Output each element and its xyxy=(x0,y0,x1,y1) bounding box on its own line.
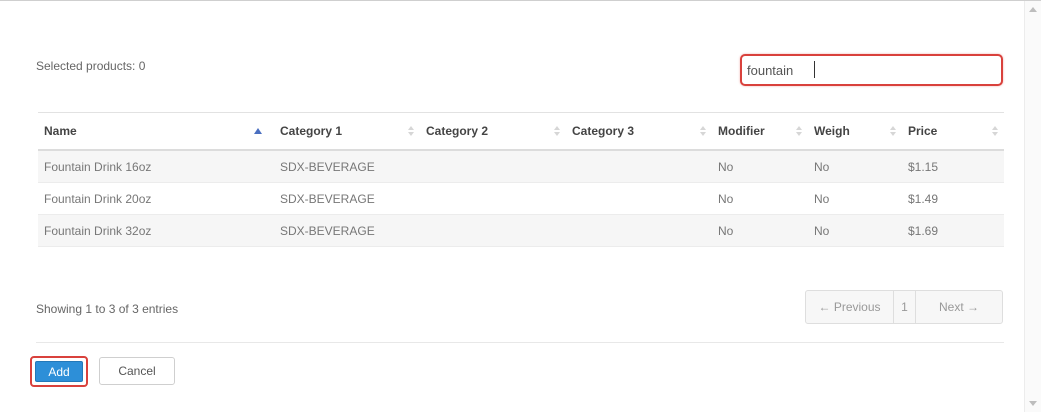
search-input[interactable] xyxy=(745,59,1002,81)
cell-category-3 xyxy=(566,182,712,215)
text-cursor xyxy=(814,61,815,78)
sort-ascending-icon xyxy=(254,128,262,134)
cell-category-2 xyxy=(420,214,566,247)
table-row[interactable]: Fountain Drink 32oz SDX-BEVERAGE No No $… xyxy=(38,214,1004,247)
column-header-category-1[interactable]: Category 1 xyxy=(274,112,420,151)
cancel-button[interactable]: Cancel xyxy=(99,357,175,385)
scrollbar[interactable] xyxy=(1024,1,1041,412)
column-header-price[interactable]: Price xyxy=(902,112,1004,151)
cell-weigh: No xyxy=(808,150,902,183)
cell-category-3 xyxy=(566,214,712,247)
column-header-label: Category 1 xyxy=(280,124,343,138)
products-table: Name Category 1 Category 2 Category 3 Mo… xyxy=(38,112,1004,247)
cell-weigh: No xyxy=(808,214,902,247)
cell-weigh: No xyxy=(808,182,902,215)
column-header-label: Name xyxy=(44,124,77,138)
column-header-label: Weigh xyxy=(814,124,850,138)
cell-category-1: SDX-BEVERAGE xyxy=(274,182,420,215)
cell-modifier: No xyxy=(712,214,808,247)
cell-price: $1.69 xyxy=(902,214,1004,247)
column-header-label: Price xyxy=(908,124,938,138)
selected-products-count: Selected products: 0 xyxy=(36,59,146,73)
page-number-button[interactable]: 1 xyxy=(894,291,916,323)
footer-divider xyxy=(36,342,1004,343)
cell-category-1: SDX-BEVERAGE xyxy=(274,214,420,247)
scroll-up-arrow-icon[interactable] xyxy=(1029,7,1037,12)
cell-modifier: No xyxy=(712,150,808,183)
cell-modifier: No xyxy=(712,182,808,215)
column-header-name[interactable]: Name xyxy=(38,112,274,151)
add-products-dialog: Selected products: 0 Name Category 1 xyxy=(0,0,1041,412)
column-header-label: Category 3 xyxy=(572,124,635,138)
sort-icon xyxy=(554,126,560,136)
column-header-label: Modifier xyxy=(718,124,765,138)
column-header-category-3[interactable]: Category 3 xyxy=(566,112,712,151)
pagination: ← Previous 1 Next → xyxy=(805,290,1003,324)
column-header-category-2[interactable]: Category 2 xyxy=(420,112,566,151)
sort-icon xyxy=(700,126,706,136)
sort-icon xyxy=(992,126,998,136)
cell-price: $1.49 xyxy=(902,182,1004,215)
cell-category-2 xyxy=(420,150,566,183)
table-header-row: Name Category 1 Category 2 Category 3 Mo… xyxy=(38,112,1004,151)
sort-icon xyxy=(890,126,896,136)
sort-icon xyxy=(408,126,414,136)
add-button-highlight: Add xyxy=(30,356,88,387)
column-header-label: Category 2 xyxy=(426,124,489,138)
cell-name: Fountain Drink 20oz xyxy=(38,182,274,215)
add-button[interactable]: Add xyxy=(35,361,83,382)
cell-price: $1.15 xyxy=(902,150,1004,183)
sort-icon xyxy=(796,126,802,136)
table-row[interactable]: Fountain Drink 16oz SDX-BEVERAGE No No $… xyxy=(38,150,1004,183)
table-row[interactable]: Fountain Drink 20oz SDX-BEVERAGE No No $… xyxy=(38,182,1004,215)
previous-page-button[interactable]: ← Previous xyxy=(806,291,894,323)
cell-name: Fountain Drink 32oz xyxy=(38,214,274,247)
cell-category-1: SDX-BEVERAGE xyxy=(274,150,420,183)
entries-info: Showing 1 to 3 of 3 entries xyxy=(36,302,179,316)
scroll-down-arrow-icon[interactable] xyxy=(1029,401,1037,406)
column-header-weigh[interactable]: Weigh xyxy=(808,112,902,151)
cell-category-2 xyxy=(420,182,566,215)
column-header-modifier[interactable]: Modifier xyxy=(712,112,808,151)
search-field[interactable] xyxy=(740,54,1003,86)
next-page-button[interactable]: Next → xyxy=(916,291,1002,323)
cell-category-3 xyxy=(566,150,712,183)
cell-name: Fountain Drink 16oz xyxy=(38,150,274,183)
